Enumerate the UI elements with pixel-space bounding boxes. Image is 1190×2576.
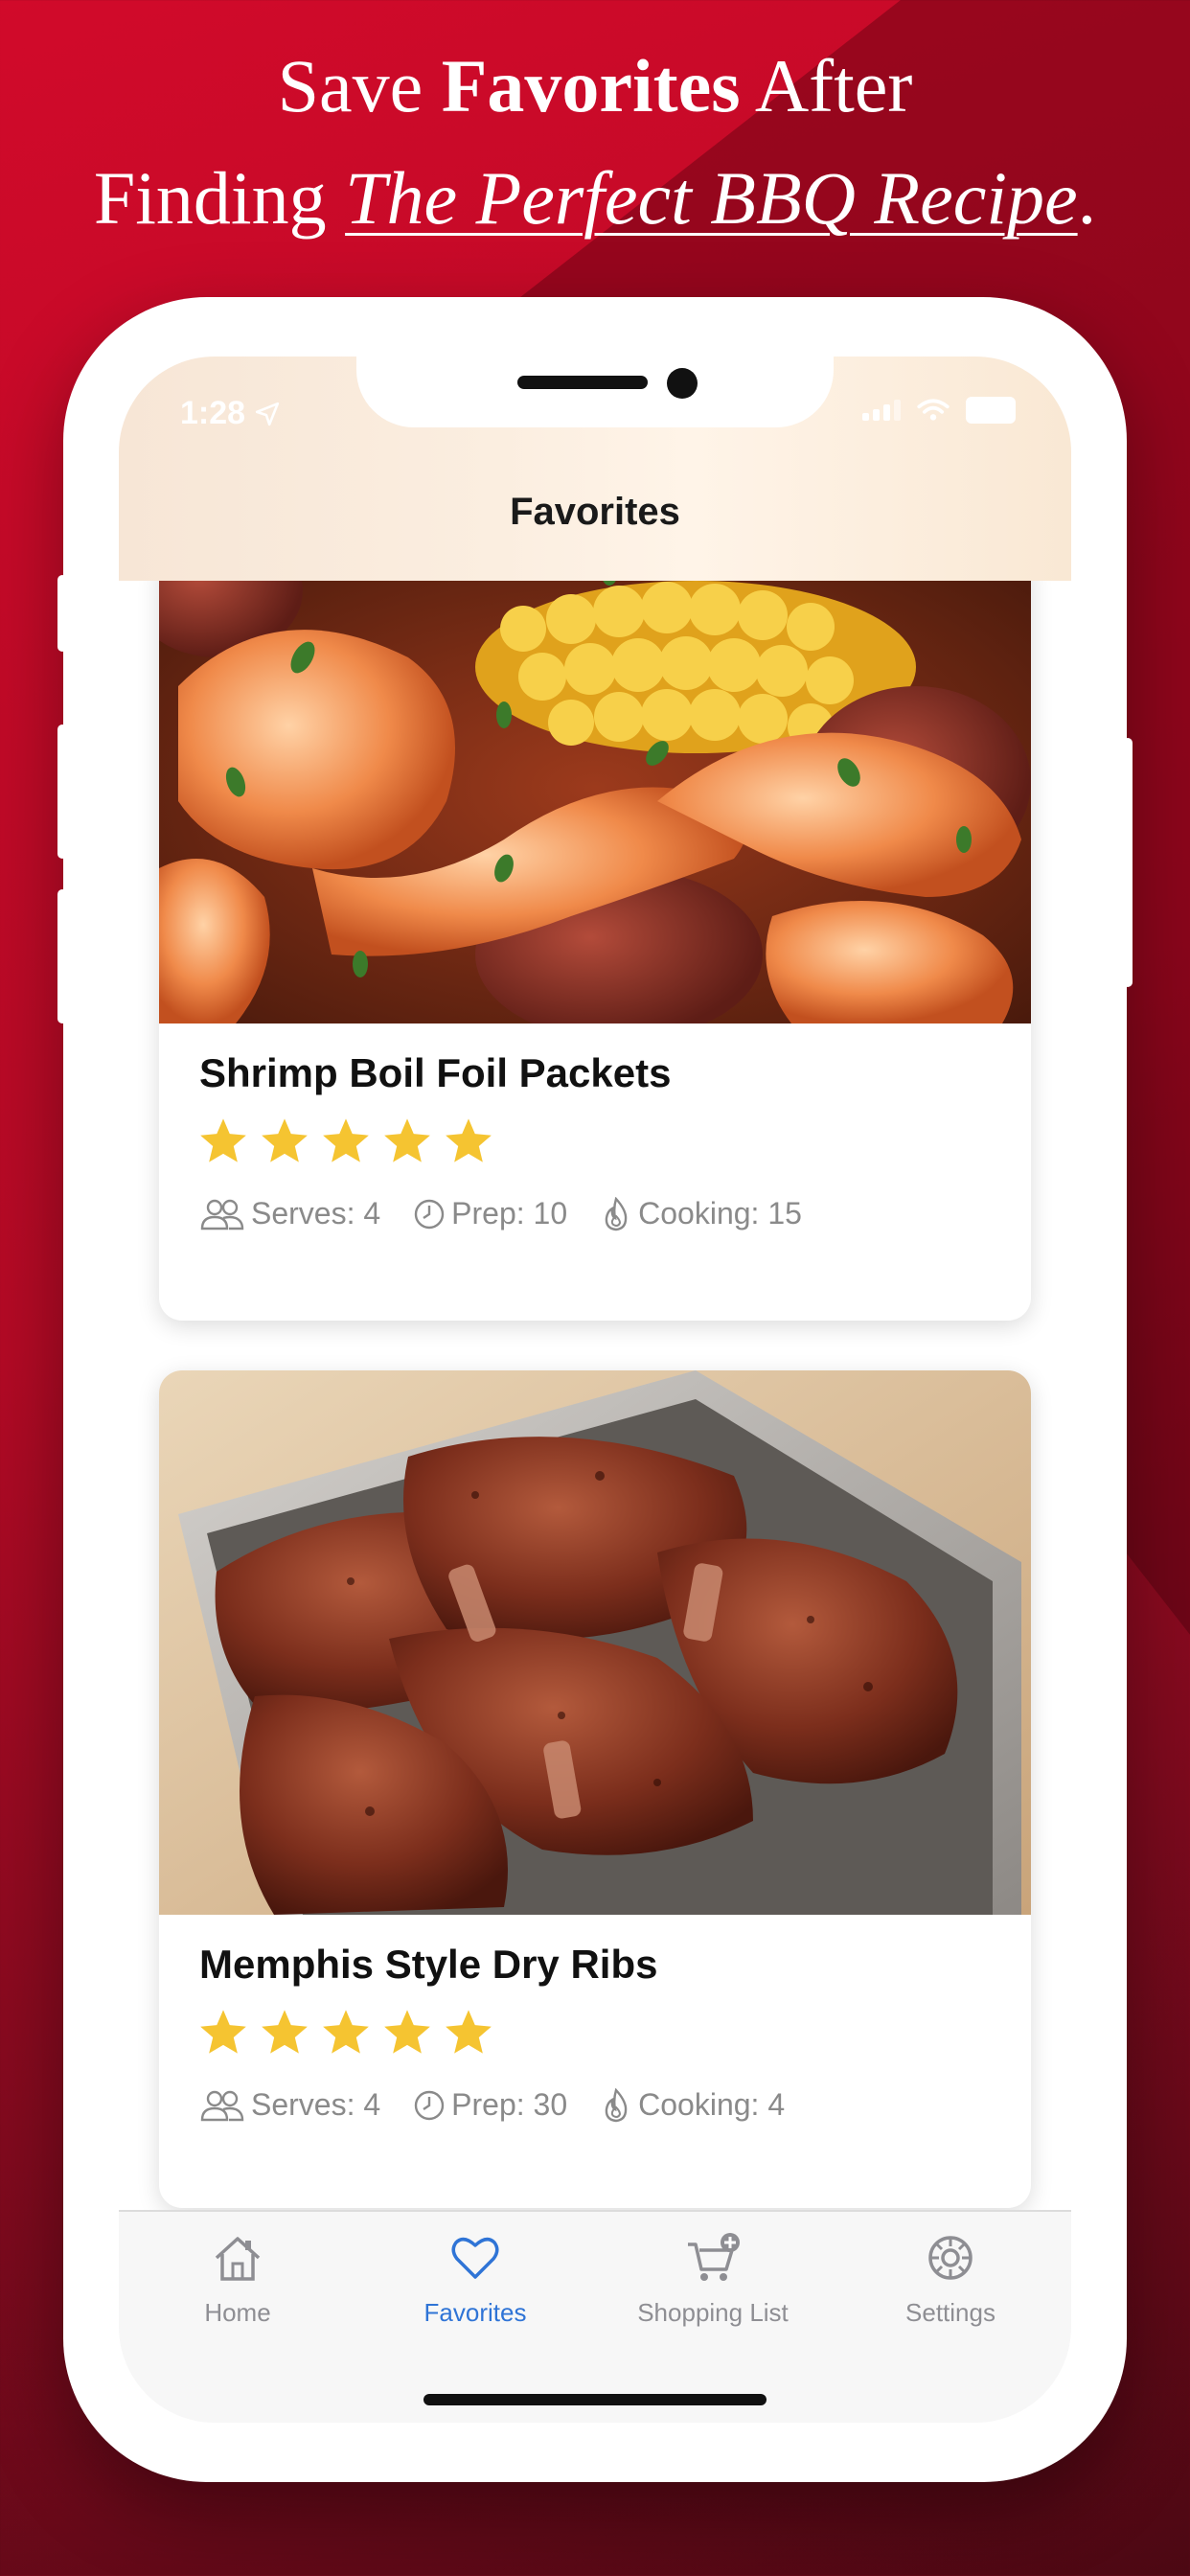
prep-info: Prep: 10 xyxy=(413,1196,567,1231)
tab-label: Favorites xyxy=(423,2298,527,2327)
front-camera xyxy=(667,368,698,399)
recipe-title: Shrimp Boil Foil Packets xyxy=(199,1050,672,1095)
recipe-title: Memphis Style Dry Ribs xyxy=(199,1942,658,1987)
cooking-info: Cooking: 4 xyxy=(600,2087,785,2123)
rating-stars xyxy=(197,1116,494,1167)
heart-icon xyxy=(451,2237,499,2279)
side-button-mute xyxy=(57,575,67,652)
recipe-image-ribs xyxy=(159,1370,1031,1915)
cart-plus-icon xyxy=(688,2233,740,2281)
prep-info: Prep: 30 xyxy=(413,2087,567,2123)
speaker xyxy=(517,376,648,389)
side-button-volume-down xyxy=(57,889,67,1024)
location-arrow-icon xyxy=(255,402,279,426)
tab-settings[interactable]: Settings xyxy=(832,2231,1069,2328)
cellular-signal-icon xyxy=(862,400,901,421)
serves-info: Serves: 4 xyxy=(199,1196,380,1231)
home-indicator[interactable] xyxy=(423,2394,767,2405)
dry-rubbed-ribs-photo xyxy=(159,1370,1031,1915)
shrimp-corn-sausage-photo xyxy=(159,581,1031,1024)
star-icon xyxy=(200,1118,246,1162)
star-icon xyxy=(323,1118,369,1162)
flame-icon xyxy=(605,2087,628,2122)
status-indicators xyxy=(862,397,1016,424)
promo-headline: Save Favorites After Finding The Perfect… xyxy=(0,38,1190,251)
star-icon xyxy=(446,2010,492,2054)
star-icon xyxy=(384,2010,430,2054)
star-icon xyxy=(446,1118,492,1162)
phone-frame: 1:28 Favorites Shrimp Boil Foil Packets … xyxy=(57,297,1133,2482)
status-time: 1:28 xyxy=(180,395,280,432)
house-icon xyxy=(215,2237,261,2281)
tab-label: Settings xyxy=(905,2298,995,2327)
notch xyxy=(356,356,834,427)
tab-label: Shopping List xyxy=(637,2298,789,2327)
star-icon xyxy=(262,1118,308,1162)
star-icon xyxy=(262,2010,308,2054)
people-icon xyxy=(200,1199,244,1230)
flame-icon xyxy=(605,1196,628,1230)
recipe-card[interactable]: Memphis Style Dry Ribs Serves: 4 Prep: 3… xyxy=(159,1370,1031,2208)
battery-icon xyxy=(966,397,1016,424)
serves-info: Serves: 4 xyxy=(199,2087,380,2123)
side-button-power xyxy=(1123,738,1133,987)
star-icon xyxy=(384,1118,430,1162)
people-icon xyxy=(200,2090,244,2121)
rating-stars xyxy=(197,2007,494,2058)
page-title: Favorites xyxy=(510,491,680,533)
recipe-card[interactable]: Shrimp Boil Foil Packets Serves: 4 Prep:… xyxy=(159,581,1031,1321)
wifi-icon xyxy=(917,399,950,421)
favorites-list[interactable]: Shrimp Boil Foil Packets Serves: 4 Prep:… xyxy=(119,581,1071,2210)
recipe-image-shrimp xyxy=(159,581,1031,1024)
headline-line-1: Save Favorites After xyxy=(277,44,913,127)
tab-label: Home xyxy=(204,2298,271,2327)
recipe-meta: Serves: 4 Prep: 30 Cooking: 4 xyxy=(199,2087,817,2123)
side-button-volume-up xyxy=(57,724,67,859)
star-icon xyxy=(323,2010,369,2054)
star-icon xyxy=(200,2010,246,2054)
tab-bar: Home Favorites Shopping List Settings xyxy=(119,2210,1071,2423)
phone-screen: 1:28 Favorites Shrimp Boil Foil Packets … xyxy=(119,356,1071,2423)
gear-icon xyxy=(928,2236,973,2280)
tab-favorites[interactable]: Favorites xyxy=(356,2231,594,2328)
cooking-info: Cooking: 15 xyxy=(600,1196,802,1231)
clock-icon xyxy=(414,2090,445,2120)
recipe-meta: Serves: 4 Prep: 10 Cooking: 15 xyxy=(199,1196,835,1231)
headline-line-2: Finding The Perfect BBQ Recipe. xyxy=(93,156,1097,240)
tab-home[interactable]: Home xyxy=(119,2231,356,2328)
tab-shopping-list[interactable]: Shopping List xyxy=(594,2231,832,2328)
clock-icon xyxy=(414,1199,445,1229)
